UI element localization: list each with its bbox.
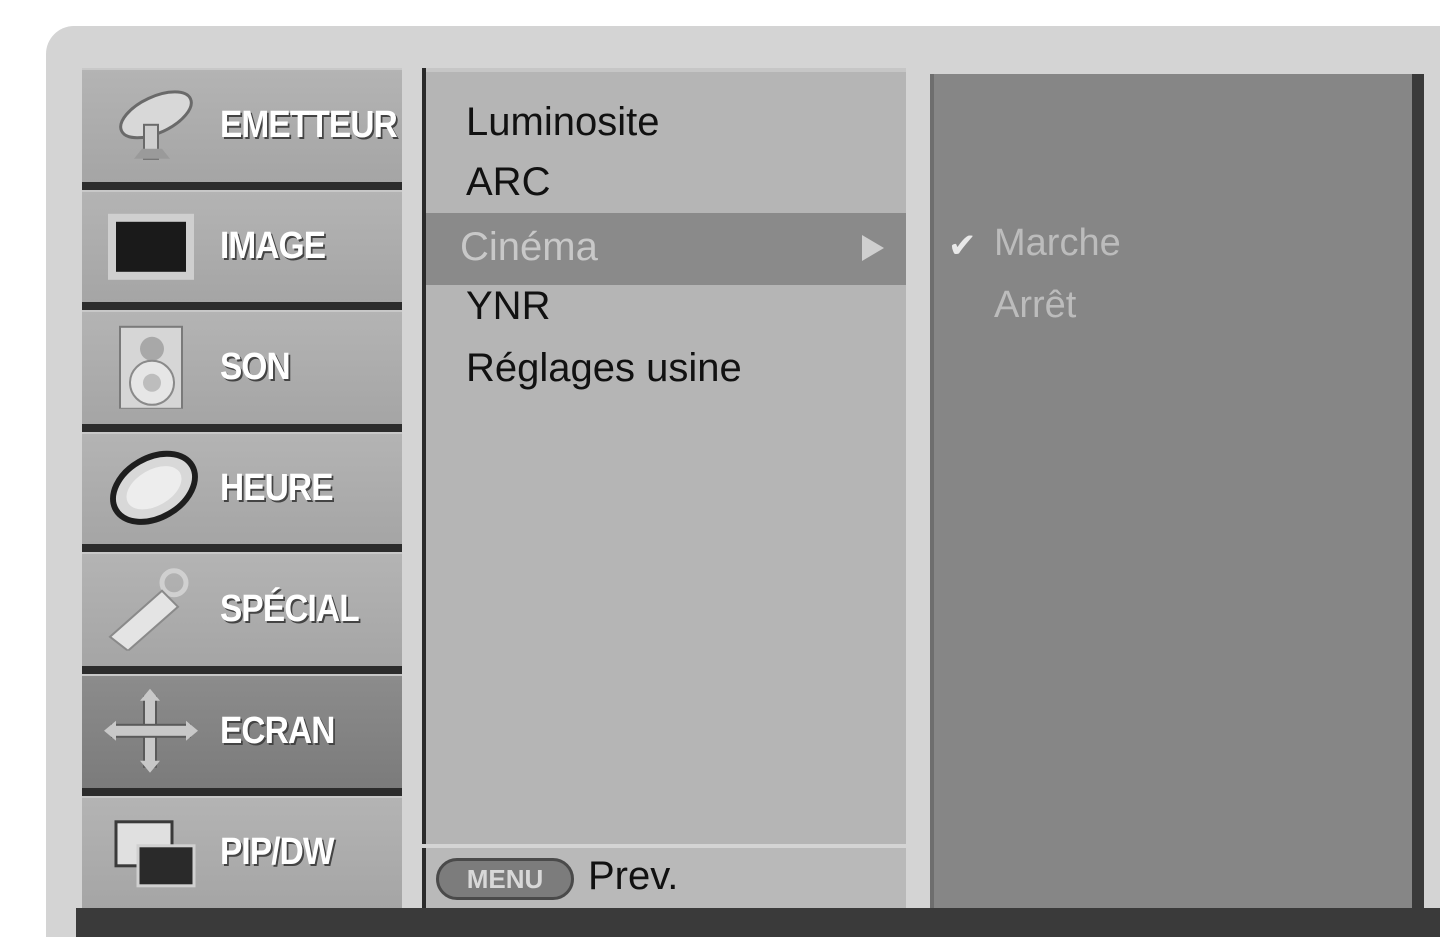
clock-icon (104, 446, 200, 530)
menu-item-arc[interactable]: ARC (466, 160, 550, 205)
menu-item-cinema-label: Cinéma (460, 225, 598, 269)
satellite-dish-icon (104, 83, 200, 167)
sidebar-item-label: SPÉCIAL (220, 588, 360, 631)
sidebar-item-special[interactable]: SPÉCIAL (82, 552, 402, 674)
sidebar-item-image[interactable]: IMAGE (82, 190, 402, 310)
sidebar-item-label: PIP/DW (220, 831, 335, 874)
bottom-shadow (76, 908, 1440, 937)
prev-label: Prev. (588, 854, 679, 898)
sidebar-item-son[interactable]: SON (82, 310, 402, 432)
pip-windows-icon (104, 810, 200, 894)
submenu-panel (930, 74, 1424, 924)
submenu-arrow-icon (862, 235, 884, 261)
sidebar-item-label: SON (220, 346, 291, 389)
sidebar-item-label: IMAGE (220, 225, 326, 268)
sidebar-item-label: EMETTEUR (220, 104, 398, 147)
tv-screen-icon (104, 204, 200, 288)
speaker-icon (104, 325, 200, 410)
menu-item-reglages-usine[interactable]: Réglages usine (466, 346, 742, 391)
move-arrows-icon (104, 688, 200, 773)
sidebar-item-label: HEURE (220, 467, 334, 510)
sidebar-item-emetteur[interactable]: EMETTEUR (82, 68, 402, 190)
column-separator (402, 68, 422, 928)
sidebar-item-label: ECRAN (220, 710, 335, 753)
submenu-option-marche[interactable]: Marche (994, 222, 1121, 265)
sidebar-item-ecran[interactable]: ECRAN (82, 674, 402, 796)
sidebar-item-pip-dw[interactable]: PIP/DW (82, 796, 402, 916)
menu-item-luminosite[interactable]: Luminosite (466, 100, 659, 145)
menu-button[interactable]: MENU (436, 858, 574, 900)
menu-footer: MENU Prev. (422, 848, 906, 910)
menu-item-cinema-selected[interactable]: Cinéma (426, 213, 906, 285)
sidebar-item-heure[interactable]: HEURE (82, 432, 402, 552)
checkmark-icon: ✔ (948, 227, 977, 265)
menu-item-ynr[interactable]: YNR (466, 284, 550, 329)
key-tag-icon (104, 567, 200, 653)
submenu-option-arret[interactable]: Arrêt (994, 284, 1076, 327)
